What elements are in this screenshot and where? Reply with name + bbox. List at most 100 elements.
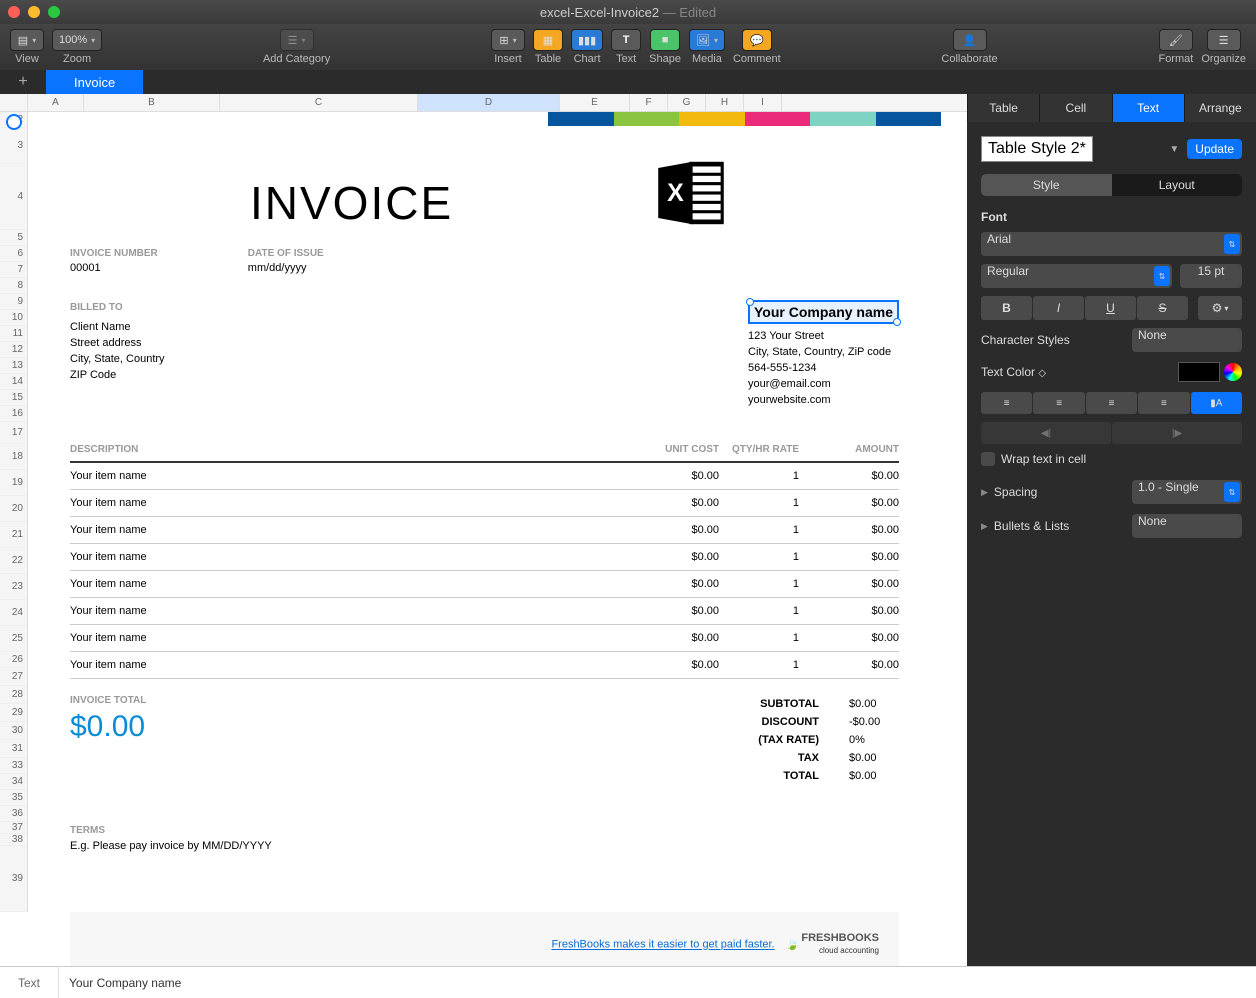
text-color-swatch[interactable] [1178,362,1220,382]
add-category-button[interactable]: ☰▾ [280,29,314,51]
update-style-button[interactable]: Update [1187,139,1242,159]
row-header-4[interactable]: 4 [0,164,27,230]
minimize-window-button[interactable] [28,6,40,18]
row-header-18[interactable]: 18 [0,444,27,470]
column-header-H[interactable]: H [706,94,744,111]
zoom-button[interactable]: 100%▾ [52,29,102,51]
inspector-tab-text[interactable]: Text [1112,94,1184,122]
row-header-36[interactable]: 36 [0,806,27,822]
bullets-select[interactable]: None [1132,514,1242,538]
row-header-22[interactable]: 22 [0,548,27,574]
strikethrough-button[interactable]: S [1137,296,1188,320]
row-header-30[interactable]: 30 [0,722,27,740]
row-header-14[interactable]: 14 [0,374,27,390]
column-header-G[interactable]: G [668,94,706,111]
column-header-B[interactable]: B [84,94,220,111]
font-style-select[interactable]: Regular⇅ [981,264,1172,288]
row-header-31[interactable]: 31 [0,740,27,758]
row-header-16[interactable]: 16 [0,406,27,422]
column-header-C[interactable]: C [220,94,418,111]
line-item-row[interactable]: Your item name$0.001$0.00 [70,625,899,652]
column-header-D[interactable]: D [418,94,560,111]
sheet-tab-invoice[interactable]: Invoice [46,70,143,94]
formula-bar-value[interactable]: Your Company name [58,967,1256,998]
media-button[interactable]: 🖼▾ [689,29,725,51]
row-header-38[interactable]: 38 [0,834,27,846]
column-header-I[interactable]: I [744,94,782,111]
spreadsheet-canvas[interactable]: ABCDEFGHI 234567891011121314151617181920… [0,94,967,966]
view-button[interactable]: ▤▾ [10,29,44,51]
row-header-28[interactable]: 28 [0,686,27,704]
row-header-8[interactable]: 8 [0,278,27,294]
line-item-row[interactable]: Your item name$0.001$0.00 [70,571,899,598]
row-header-19[interactable]: 19 [0,470,27,496]
inspector-subtab-layout[interactable]: Layout [1112,174,1243,196]
inspector-tab-table[interactable]: Table [967,94,1039,122]
inspector-subtab-style[interactable]: Style [981,174,1112,196]
row-header-25[interactable]: 25 [0,626,27,652]
row-header-17[interactable]: 17 [0,422,27,444]
line-item-row[interactable]: Your item name$0.001$0.00 [70,517,899,544]
selected-cell-company-name[interactable]: Your Company name [748,300,899,324]
line-item-row[interactable]: Your item name$0.001$0.00 [70,490,899,517]
row-header-39[interactable]: 39 [0,846,27,912]
row-header-3[interactable]: 3 [0,128,27,164]
style-dropdown-icon[interactable]: ▼ [1169,144,1179,155]
row-header-11[interactable]: 11 [0,326,27,342]
inspector-tab-arrange[interactable]: Arrange [1184,94,1256,122]
align-auto-button[interactable]: ▮A [1191,392,1242,414]
font-family-select[interactable]: Arial⇅ [981,232,1242,256]
spacing-select[interactable]: 1.0 - Single⇅ [1132,480,1242,504]
row-header-33[interactable]: 33 [0,758,27,774]
row-header-34[interactable]: 34 [0,774,27,790]
row-header-6[interactable]: 6 [0,246,27,262]
bold-button[interactable]: B [981,296,1032,320]
font-advanced-button[interactable]: ⚙▾ [1198,296,1242,320]
row-header-37[interactable]: 37 [0,822,27,834]
row-header-24[interactable]: 24 [0,600,27,626]
italic-button[interactable]: I [1033,296,1084,320]
comment-button[interactable]: 💬 [742,29,772,51]
character-styles-select[interactable]: None [1132,328,1242,352]
promo-link[interactable]: FreshBooks makes it easier to get paid f… [551,939,774,951]
align-center-button[interactable]: ≡ [1033,392,1084,414]
row-header-12[interactable]: 12 [0,342,27,358]
column-header-F[interactable]: F [630,94,668,111]
underline-button[interactable]: U [1085,296,1136,320]
line-item-row[interactable]: Your item name$0.001$0.00 [70,598,899,625]
align-left-button[interactable]: ≡ [981,392,1032,414]
chart-button[interactable]: ▮▮▮ [571,29,603,51]
align-right-button[interactable]: ≡ [1086,392,1137,414]
collaborate-button[interactable]: 👤 [953,29,987,51]
add-sheet-button[interactable]: + [0,70,46,94]
spacing-disclosure[interactable]: ▶Spacing [981,485,1037,499]
row-header-21[interactable]: 21 [0,522,27,548]
line-item-row[interactable]: Your item name$0.001$0.00 [70,544,899,571]
column-header-E[interactable]: E [560,94,630,111]
row-header-29[interactable]: 29 [0,704,27,722]
line-item-row[interactable]: Your item name$0.001$0.00 [70,463,899,490]
row-header-27[interactable]: 27 [0,668,27,686]
indent-left-button[interactable]: ◀| [981,422,1111,444]
row-header-15[interactable]: 15 [0,390,27,406]
color-wheel-button[interactable] [1224,363,1242,381]
close-window-button[interactable] [8,6,20,18]
column-header-A[interactable]: A [28,94,84,111]
zoom-window-button[interactable] [48,6,60,18]
row-header-26[interactable]: 26 [0,652,27,668]
font-size-stepper[interactable]: 15 pt [1180,264,1242,288]
row-header-7[interactable]: 7 [0,262,27,278]
row-header-35[interactable]: 35 [0,790,27,806]
table-style-name[interactable]: Table Style 2* [981,136,1093,162]
row-header-5[interactable]: 5 [0,230,27,246]
shape-button[interactable]: ■ [650,29,680,51]
table-origin-handle[interactable] [6,114,22,130]
format-button[interactable]: 🖌 [1159,29,1193,51]
indent-right-button[interactable]: |▶ [1112,422,1242,444]
row-header-13[interactable]: 13 [0,358,27,374]
bullets-disclosure[interactable]: ▶Bullets & Lists [981,519,1069,533]
row-header-9[interactable]: 9 [0,294,27,310]
text-button[interactable]: T [611,29,641,51]
inspector-tab-cell[interactable]: Cell [1039,94,1111,122]
row-header-23[interactable]: 23 [0,574,27,600]
